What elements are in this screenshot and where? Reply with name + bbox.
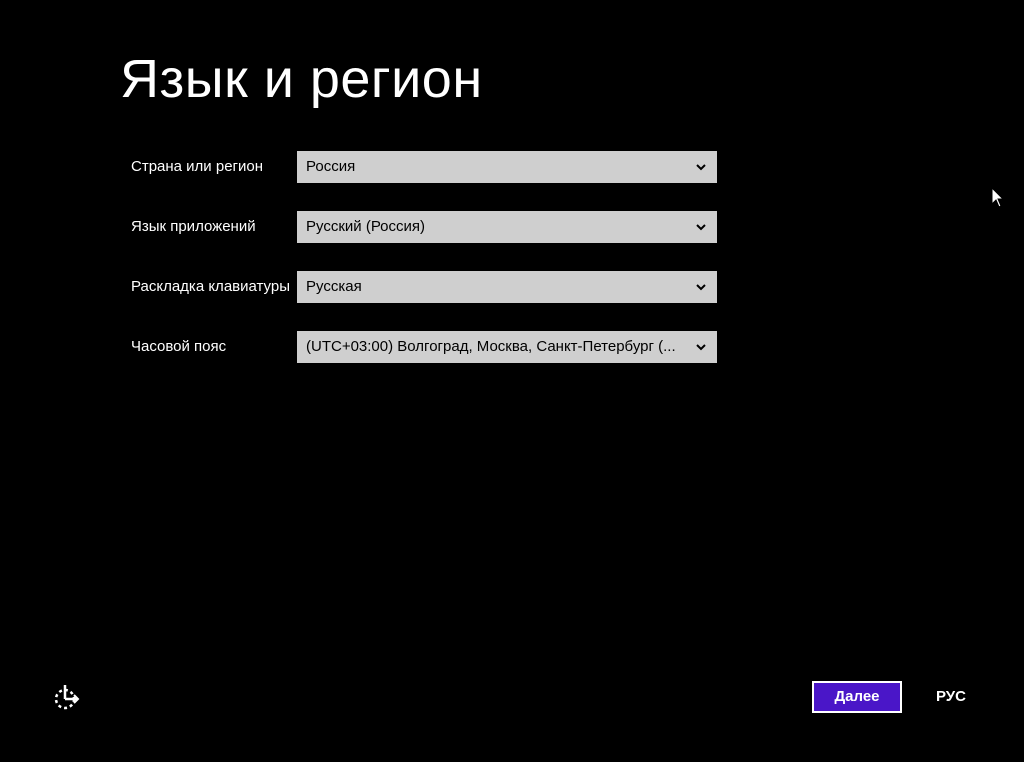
setting-row-keyboard-layout: Раскладка клавиатуры Русская <box>131 271 721 303</box>
ease-of-access-icon[interactable] <box>52 683 80 711</box>
app-language-label: Язык приложений <box>131 218 256 235</box>
time-zone-dropdown[interactable]: (UTC+03:00) Волгоград, Москва, Санкт-Пет… <box>297 331 717 363</box>
page-title: Язык и регион <box>120 49 483 109</box>
setup-screen: Язык и регион Страна или регион Россия Я… <box>0 0 1024 762</box>
keyboard-layout-label: Раскладка клавиатуры <box>131 278 291 295</box>
country-dropdown[interactable]: Россия <box>297 151 717 183</box>
keyboard-layout-dropdown[interactable]: Русская <box>297 271 717 303</box>
app-language-dropdown[interactable]: Русский (Россия) <box>297 211 717 243</box>
setting-row-country: Страна или регион Россия <box>131 151 721 183</box>
country-label: Страна или регион <box>131 158 264 175</box>
input-language-indicator[interactable]: РУС <box>936 683 966 711</box>
app-language-value: Русский (Россия) <box>306 218 426 235</box>
keyboard-layout-value: Русская <box>306 278 362 295</box>
time-zone-value: (UTC+03:00) Волгоград, Москва, Санкт-Пет… <box>306 338 676 355</box>
next-button[interactable]: Далее <box>812 681 902 713</box>
chevron-down-icon <box>696 344 706 351</box>
chevron-down-icon <box>696 164 706 171</box>
country-value: Россия <box>306 158 356 175</box>
setting-row-time-zone: Часовой пояс (UTC+03:00) Волгоград, Моск… <box>131 331 721 363</box>
setting-row-app-language: Язык приложений Русский (Россия) <box>131 211 721 243</box>
chevron-down-icon <box>696 224 706 231</box>
mouse-pointer-icon <box>991 187 1005 208</box>
time-zone-label: Часовой пояс <box>131 338 227 355</box>
chevron-down-icon <box>696 284 706 291</box>
